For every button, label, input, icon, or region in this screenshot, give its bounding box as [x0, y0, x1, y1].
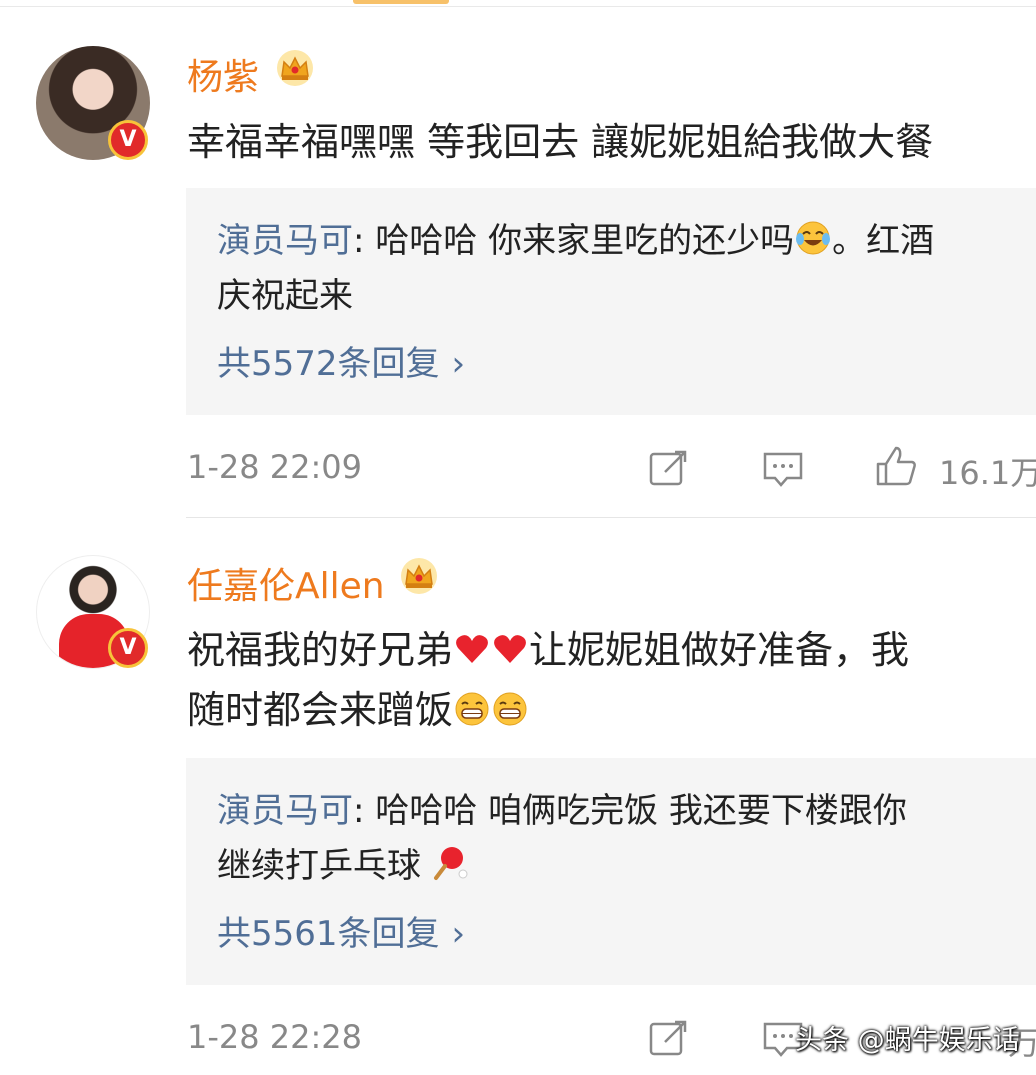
reply-preview[interactable]: 演员马可: 哈哈哈 咱俩吃完饭 我还要下楼跟你 继续打乒乓球 共5561条回复 ›: [186, 758, 1036, 985]
reply-preview[interactable]: 演员马可: 哈哈哈 你来家里吃的还少吗 。红酒 庆祝起来 共5572条回复 ›: [186, 188, 1036, 415]
grinning-emoji: [455, 692, 489, 726]
tears-of-joy-emoji: [796, 221, 831, 255]
verified-badge-icon: V: [108, 120, 148, 160]
thumbs-up-icon[interactable]: [874, 444, 918, 488]
comment-time: 1-28 22:09: [187, 448, 363, 486]
comment-icon[interactable]: [761, 446, 805, 490]
comment-text: 祝福我的好兄弟 让妮妮姐做好准备，我 随时都会来蹭饭: [187, 620, 909, 740]
reply-line1: 哈哈哈 咱俩吃完饭 我还要下楼跟你: [375, 791, 907, 831]
comment-line2: 随时都会来蹭饭: [187, 688, 454, 732]
share-icon[interactable]: [647, 1016, 691, 1060]
reply-line2: 庆祝起来: [217, 276, 353, 316]
verified-badge-icon: V: [108, 628, 148, 668]
reply-line1-tail: 。红酒: [832, 221, 935, 261]
reply-count-label: 共5561条回复: [217, 914, 440, 954]
view-replies-link[interactable]: 共5561条回复 ›: [217, 906, 465, 955]
divider: [186, 517, 1036, 518]
reply-count-label: 共5572条回复: [217, 344, 440, 384]
grinning-emoji: [493, 692, 527, 726]
chevron-right-icon: ›: [451, 344, 466, 384]
like-count: 16.1万: [939, 454, 1036, 492]
comment-text: 幸福幸福嘿嘿 等我回去 讓妮妮姐給我做大餐: [187, 120, 934, 164]
view-replies-link[interactable]: 共5572条回复 ›: [217, 336, 465, 385]
reply-line2: 继续打乒乓球: [217, 846, 421, 886]
crown-icon: [401, 558, 437, 594]
comment-line1-a: 祝福我的好兄弟: [187, 628, 454, 672]
reply-text: 演员马可: 哈哈哈 你来家里吃的还少吗 。红酒 庆祝起来: [217, 214, 1017, 324]
top-tab-bar: [0, 0, 1036, 7]
red-heart-emoji: [494, 635, 526, 663]
username[interactable]: 杨紫: [187, 48, 259, 100]
chevron-right-icon: ›: [451, 914, 466, 954]
reply-line1: 哈哈哈 你来家里吃的还少吗: [375, 221, 795, 261]
reply-author[interactable]: 演员马可: [217, 791, 353, 831]
reply-colon: :: [353, 791, 376, 831]
ping-pong-emoji: [433, 847, 468, 880]
reply-author[interactable]: 演员马可: [217, 221, 353, 261]
comment-time: 1-28 22:28: [187, 1018, 363, 1056]
active-tab-indicator: [353, 0, 449, 4]
watermark: 头条 @蜗牛娱乐话: [795, 1025, 1020, 1056]
comment-line1-b: 让妮妮姐做好准备，我: [529, 628, 910, 672]
username[interactable]: 任嘉伦Allen: [187, 557, 385, 609]
reply-colon: :: [353, 221, 376, 261]
crown-icon: [277, 50, 313, 86]
reply-text: 演员马可: 哈哈哈 咱俩吃完饭 我还要下楼跟你 继续打乒乓球: [217, 784, 1017, 894]
red-heart-emoji: [456, 635, 488, 663]
share-icon[interactable]: [647, 446, 691, 490]
